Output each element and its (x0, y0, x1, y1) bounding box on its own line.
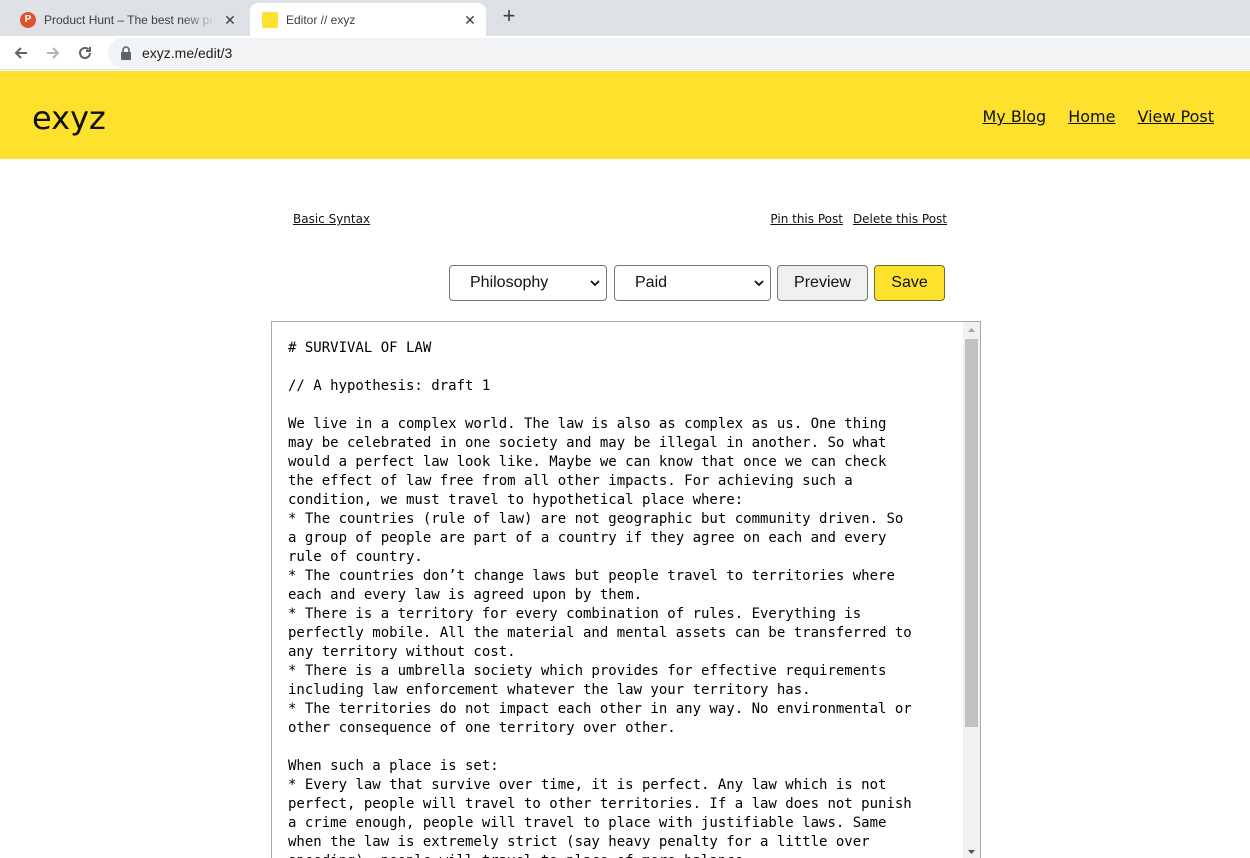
editor-line: * There is a umbrella society which prov… (288, 663, 887, 679)
browser-toolbar: exyz.me/edit/3 (0, 36, 1250, 70)
nav-view-post-link[interactable]: View Post (1137, 107, 1214, 126)
product-hunt-icon: P (20, 11, 36, 28)
url-text: exyz.me/edit/3 (142, 45, 233, 61)
post-editor-textarea[interactable]: # SURVIVAL OF LAW // A hypothesis: draft… (271, 321, 981, 858)
site-header: exyz My Blog Home View Post (0, 71, 1250, 159)
editor-line: each and every law is agreed upon by the… (288, 587, 643, 603)
editor-line: a crime enough, people will travel to pl… (288, 815, 887, 831)
editor-line: the effect of law free from all other im… (288, 473, 853, 489)
editor-line: including law enforcement whatever the l… (288, 682, 811, 698)
editor-line: We live in a complex world. The law is a… (288, 416, 887, 432)
site-nav: My Blog Home View Post (982, 107, 1214, 126)
scroll-thumb[interactable] (965, 339, 978, 727)
preview-button[interactable]: Preview (777, 265, 868, 301)
editor-line: * There is a territory for every combina… (288, 606, 862, 622)
scroll-down-icon[interactable] (963, 843, 980, 858)
tab-editor[interactable]: Editor // exyz ✕ (250, 3, 486, 36)
new-tab-icon[interactable]: + (498, 5, 520, 28)
editor-line: other consequence of one territory over … (288, 720, 676, 736)
editor-line: when the law is extremely strict (say he… (288, 834, 870, 850)
editor-line: rule of country. (288, 549, 423, 565)
category-value: Philosophy (470, 274, 549, 291)
editor-line: condition, we must travel to hypothetica… (288, 492, 744, 508)
editor-line: would a perfect law look like. Maybe we … (288, 454, 887, 470)
category-select[interactable]: Philosophy (449, 265, 607, 301)
editor-line: * Every law that survive over time, it i… (288, 777, 887, 793)
editor-line: # SURVIVAL OF LAW (288, 340, 432, 356)
access-value: Paid (635, 274, 668, 291)
address-bar[interactable]: exyz.me/edit/3 (108, 38, 1250, 68)
editor-line: * The territories do not impact each oth… (288, 701, 912, 717)
nav-my-blog-link[interactable]: My Blog (982, 107, 1046, 126)
close-tab-icon[interactable]: ✕ (462, 12, 478, 28)
close-tab-icon[interactable]: ✕ (222, 12, 238, 28)
basic-syntax-link[interactable]: Basic Syntax (293, 212, 370, 226)
editor-icon (262, 11, 278, 28)
back-icon[interactable] (8, 40, 34, 66)
access-select[interactable]: Paid (614, 265, 771, 301)
editor-line: perfectly mobile. All the material and m… (288, 625, 912, 641)
editor-line: When such a place is set: (288, 758, 499, 774)
save-button[interactable]: Save (874, 265, 945, 301)
reload-icon[interactable] (72, 40, 98, 66)
editor-line: perfect, people will travel to other ter… (288, 796, 912, 812)
scroll-up-icon[interactable] (963, 322, 980, 339)
tab-title: Product Hunt – The best new products (44, 12, 216, 27)
post-content: # SURVIVAL OF LAW // A hypothesis: draft… (288, 339, 964, 858)
editor-line: any territory without cost. (288, 644, 516, 660)
editor-line: * The countries don’t change laws but pe… (288, 568, 895, 584)
tab-product-hunt[interactable]: P Product Hunt – The best new products ✕ (8, 3, 246, 36)
editor-line: // A hypothesis: draft 1 (288, 378, 491, 394)
site-logo[interactable]: exyz (32, 99, 106, 137)
editor-line: may be celebrated in one society and may… (288, 435, 887, 451)
tab-title: Editor // exyz (286, 12, 356, 27)
delete-post-link[interactable]: Delete this Post (853, 212, 947, 226)
chevron-down-icon (590, 280, 600, 287)
browser-tabstrip: P Product Hunt – The best new products ✕… (0, 0, 1250, 36)
pin-post-link[interactable]: Pin this Post (770, 212, 843, 226)
lock-icon (121, 46, 131, 60)
editor-scrollbar[interactable] (963, 322, 980, 858)
editor-line: a group of people are part of a country … (288, 530, 887, 546)
editor-line: speeding), people will travel to place o… (288, 852, 964, 858)
nav-home-link[interactable]: Home (1068, 107, 1115, 126)
editor-line: * The countries (rule of law) are not ge… (288, 511, 904, 527)
forward-icon[interactable] (40, 40, 66, 66)
chevron-down-icon (754, 280, 764, 287)
